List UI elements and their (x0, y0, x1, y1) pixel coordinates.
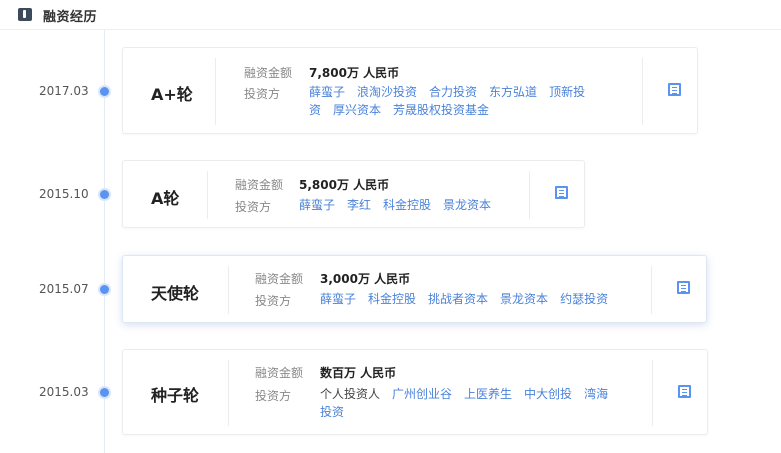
investor-link[interactable]: 湾海 (584, 387, 608, 401)
investor-name: 个人投资人 (320, 387, 381, 401)
timeline-dot (100, 87, 109, 96)
investor-list: 薛蛮子 浪淘沙投资 合力投资 东方弘道 顶新投 资厚兴资本 芳晟股权投资基金 (309, 83, 619, 119)
investor-link[interactable]: 合力投资 (429, 85, 477, 99)
amount-label: 融资金额 (255, 272, 304, 286)
investor-link[interactable]: 投资 (320, 405, 344, 419)
document-icon[interactable] (678, 385, 691, 398)
timeline-dot (100, 285, 109, 294)
divider (215, 58, 216, 125)
investor-link[interactable]: 芳晟股权投资基金 (393, 103, 489, 117)
section-title: 融资经历 (43, 10, 98, 25)
divider (529, 171, 530, 219)
round-date: 2017.03 (39, 84, 89, 98)
funding-round-card[interactable]: 种子轮 融资金额 数百万 人民币 投资方 个人投资人 广州创业谷 上医养生 中大创投湾… (122, 349, 708, 435)
divider (228, 266, 229, 314)
investor-link[interactable]: 约瑟投资 (560, 292, 608, 306)
investor-link[interactable]: 科金控股 (368, 292, 416, 306)
investors-label: 投资方 (235, 200, 272, 214)
amount-label: 融资金额 (255, 366, 304, 380)
investor-link[interactable]: 中大创投 (524, 387, 572, 401)
document-icon[interactable] (677, 281, 690, 294)
investor-link[interactable]: 浪淘沙投资 (357, 85, 417, 99)
round-name: A+轮 (151, 85, 193, 104)
document-icon[interactable] (668, 83, 681, 96)
round-date: 2015.03 (39, 385, 89, 399)
round-name: 种子轮 (151, 386, 200, 405)
investor-link[interactable]: 东方弘道 (489, 85, 537, 99)
round-date: 2015.07 (39, 282, 89, 296)
investor-link[interactable]: 薛蛮子 (299, 198, 335, 212)
amount-label: 融资金额 (244, 66, 293, 80)
amount-value: 5,800万 人民币 (299, 178, 390, 192)
divider (651, 266, 652, 314)
round-date: 2015.10 (39, 187, 89, 201)
round-name: A轮 (151, 189, 180, 208)
divider (207, 171, 208, 219)
timeline-dot (100, 388, 109, 397)
investors-label: 投资方 (244, 87, 281, 101)
funding-round-card[interactable]: A+轮 融资金额 7,800万 人民币 投资方 薛蛮子 浪淘沙投资 合力投资 东方弘道… (122, 47, 698, 134)
investor-link[interactable]: 挑战者资本 (428, 292, 488, 306)
document-icon[interactable] (555, 186, 568, 199)
round-name: 天使轮 (151, 284, 200, 303)
timeline-dot (100, 190, 109, 199)
investor-link[interactable]: 上医养生 (464, 387, 512, 401)
investor-link[interactable]: 景龙资本 (443, 198, 491, 212)
money-bag-icon (18, 8, 32, 21)
funding-round-card[interactable]: A轮 融资金额 5,800万 人民币 投资方 薛蛮子 李红 科金控股 景龙资本 (122, 160, 585, 228)
investor-link[interactable]: 景龙资本 (500, 292, 548, 306)
investor-link[interactable]: 薛蛮子 (309, 85, 345, 99)
investor-link[interactable]: 资 (309, 103, 321, 117)
investors-label: 投资方 (255, 294, 292, 308)
amount-value: 7,800万 人民币 (309, 66, 400, 80)
funding-round-card[interactable]: 天使轮 融资金额 3,000万 人民币 投资方 薛蛮子 科金控股 挑战者资本 景龙资本… (122, 255, 707, 323)
section-header: 融资经历 (0, 0, 781, 30)
investor-link[interactable]: 顶新投 (549, 85, 585, 99)
divider (642, 58, 643, 125)
investor-link[interactable]: 科金控股 (383, 198, 431, 212)
investor-list: 个人投资人 广州创业谷 上医养生 中大创投 湾海 投资 (320, 385, 650, 421)
investor-list: 薛蛮子 科金控股 挑战者资本 景龙资本 约瑟投资 (320, 290, 650, 308)
divider (652, 360, 653, 426)
investor-list: 薛蛮子 李红 科金控股 景龙资本 (299, 196, 539, 214)
investor-link[interactable]: 广州创业谷 (392, 387, 452, 401)
investor-link[interactable]: 薛蛮子 (320, 292, 356, 306)
investor-link[interactable]: 李红 (347, 198, 371, 212)
amount-label: 融资金额 (235, 178, 284, 192)
investors-label: 投资方 (255, 389, 292, 403)
amount-value: 3,000万 人民币 (320, 272, 411, 286)
divider (228, 360, 229, 426)
investor-link[interactable]: 厚兴资本 (333, 103, 381, 117)
amount-value: 数百万 人民币 (320, 366, 397, 380)
